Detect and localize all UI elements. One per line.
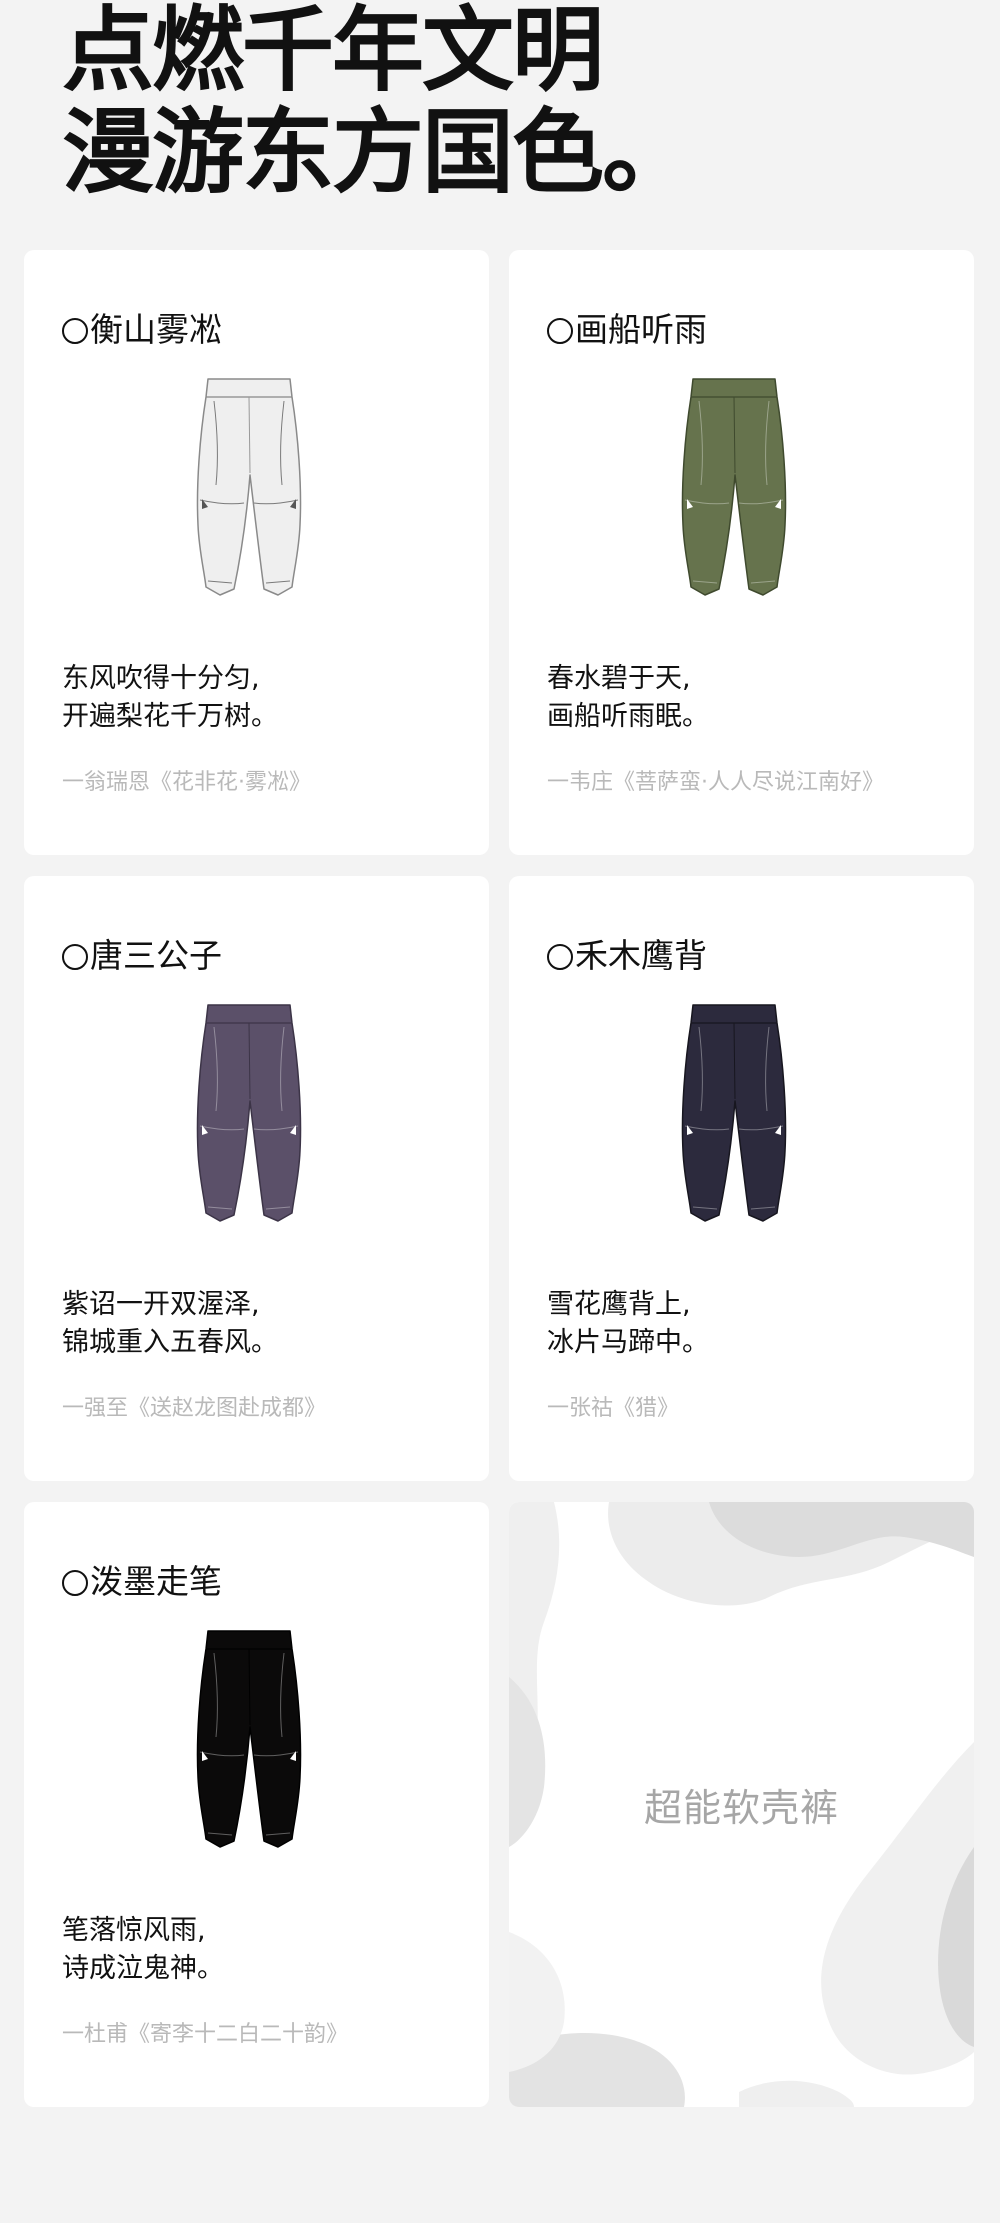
- pants-image: [196, 1630, 302, 1848]
- product-poem: 雪花鹰背上, 冰片马蹄中。: [547, 1286, 709, 1362]
- circle-icon: [62, 944, 88, 970]
- poem-line-1: 东风吹得十分匀,: [62, 663, 260, 694]
- circle-icon: [62, 318, 88, 344]
- pants-image: [196, 378, 302, 596]
- camo-promo-card[interactable]: 超能软壳裤: [509, 1502, 974, 2107]
- pants-image: [196, 1004, 302, 1222]
- page-headline: 点燃千年文明 漫游东方国色。: [62, 0, 694, 206]
- poem-line-2: 开遍梨花千万树。: [62, 701, 278, 732]
- product-name: 衡山雾凇: [90, 310, 222, 349]
- product-title: 禾木鹰背: [547, 936, 707, 976]
- circle-icon: [547, 318, 573, 344]
- poem-line-2: 锦城重入五春风。: [62, 1327, 278, 1358]
- poem-source: 一翁瑞恩《花非花·雾凇》: [62, 770, 311, 795]
- pants-image: [681, 1004, 787, 1222]
- product-title: 衡山雾凇: [62, 310, 222, 350]
- product-poem: 笔落惊风雨, 诗成泣鬼神。: [62, 1912, 224, 1988]
- product-poem: 春水碧于天, 画船听雨眠。: [547, 660, 709, 736]
- product-card-pomo-zoubi[interactable]: 泼墨走笔 笔落惊风雨, 诗成泣鬼神。 一杜甫《寄李十二白二十韵》: [24, 1502, 489, 2107]
- poem-line-1: 春水碧于天,: [547, 663, 691, 694]
- pants-image: [681, 378, 787, 596]
- product-title: 唐三公子: [62, 936, 222, 976]
- poem-line-1: 雪花鹰背上,: [547, 1289, 691, 1320]
- product-card-huachuan-tingyu[interactable]: 画船听雨 春水碧于天, 画船听雨眠。 一韦庄《菩萨蛮·人人尽说江南好》: [509, 250, 974, 855]
- poem-source: 一张祜《猎》: [547, 1396, 680, 1421]
- poem-source: 一韦庄《菩萨蛮·人人尽说江南好》: [547, 770, 884, 795]
- product-title: 画船听雨: [547, 310, 707, 350]
- poem-line-2: 冰片马蹄中。: [547, 1327, 709, 1358]
- poem-line-1: 紫诏一开双渥泽,: [62, 1289, 260, 1320]
- product-name: 泼墨走笔: [90, 1562, 222, 1601]
- circle-icon: [62, 1570, 88, 1596]
- product-card-tang-sangongzi[interactable]: 唐三公子 紫诏一开双渥泽, 锦城重入五春风。 一强至《送赵龙图赴成都》: [24, 876, 489, 1481]
- headline-line-2: 漫游东方国色。: [62, 99, 694, 206]
- poem-source: 一强至《送赵龙图赴成都》: [62, 1396, 327, 1421]
- product-card-hengshan-wusong[interactable]: 衡山雾凇 东风吹得十分匀, 开遍梨花千万树。 一翁瑞恩《花非花·雾凇》: [24, 250, 489, 855]
- poem-line-2: 诗成泣鬼神。: [62, 1953, 224, 1984]
- headline-line-1: 点燃千年文明: [62, 0, 604, 104]
- product-card-hemu-yingbei[interactable]: 禾木鹰背 雪花鹰背上, 冰片马蹄中。 一张祜《猎》: [509, 876, 974, 1481]
- page: 点燃千年文明 漫游东方国色。 衡山雾凇 东风吹得十分匀, 开遍梨花千万树。 一翁…: [0, 0, 1000, 2223]
- poem-line-2: 画船听雨眠。: [547, 701, 709, 732]
- product-name: 唐三公子: [90, 936, 222, 975]
- circle-icon: [547, 944, 573, 970]
- product-name: 禾木鹰背: [575, 936, 707, 975]
- product-name: 画船听雨: [575, 310, 707, 349]
- product-poem: 紫诏一开双渥泽, 锦城重入五春风。: [62, 1286, 278, 1362]
- camo-card-label: 超能软壳裤: [643, 1786, 839, 1830]
- poem-source: 一杜甫《寄李十二白二十韵》: [62, 2022, 349, 2047]
- product-poem: 东风吹得十分匀, 开遍梨花千万树。: [62, 660, 278, 736]
- poem-line-1: 笔落惊风雨,: [62, 1915, 206, 1946]
- product-title: 泼墨走笔: [62, 1562, 222, 1602]
